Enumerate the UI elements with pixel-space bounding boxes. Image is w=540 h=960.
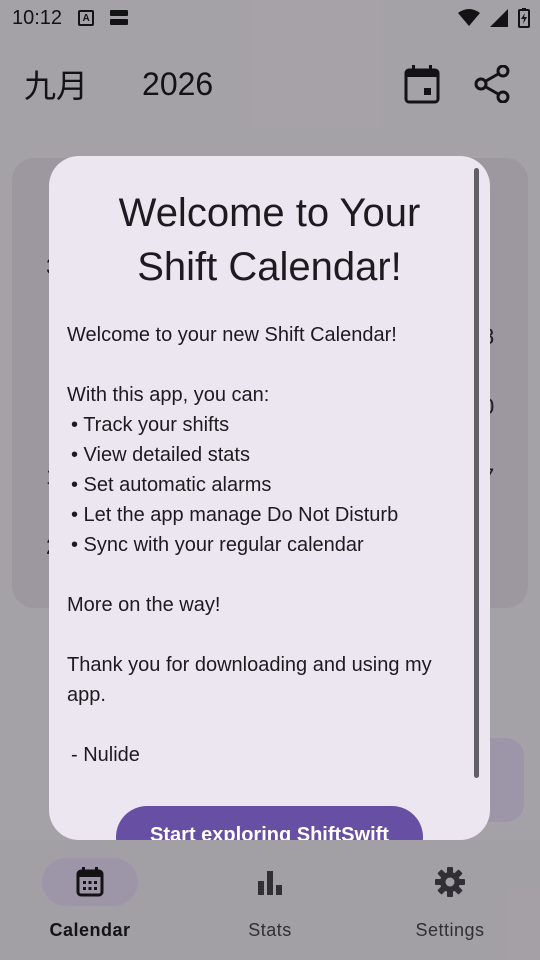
dialog-message: Welcome to your new Shift Calendar! With… [49, 320, 490, 770]
dialog-scrollbar[interactable] [474, 168, 479, 778]
thanks-text: Thank you for downloading and using my a… [67, 654, 432, 706]
dialog-title-line: Shift Calendar! [137, 245, 402, 289]
feature-item: • Sync with your regular calendar [71, 534, 364, 556]
feature-item: • View detailed stats [71, 444, 250, 466]
intro-text: Welcome to your new Shift Calendar! [67, 324, 397, 346]
lead-text: With this app, you can: [67, 384, 270, 406]
welcome-dialog: Welcome to Your Shift Calendar! Welcome … [49, 156, 490, 840]
more-text: More on the way! [67, 594, 221, 616]
feature-item: • Track your shifts [71, 414, 230, 436]
signature-text: - Nulide [71, 744, 140, 766]
dialog-title-line: Welcome to Your [118, 191, 421, 235]
dialog-title: Welcome to Your Shift Calendar! [49, 186, 490, 294]
feature-item: • Set automatic alarms [71, 474, 272, 496]
start-exploring-button[interactable]: Start exploring ShiftSwift [116, 806, 423, 840]
feature-item: • Let the app manage Do Not Disturb [71, 504, 399, 526]
